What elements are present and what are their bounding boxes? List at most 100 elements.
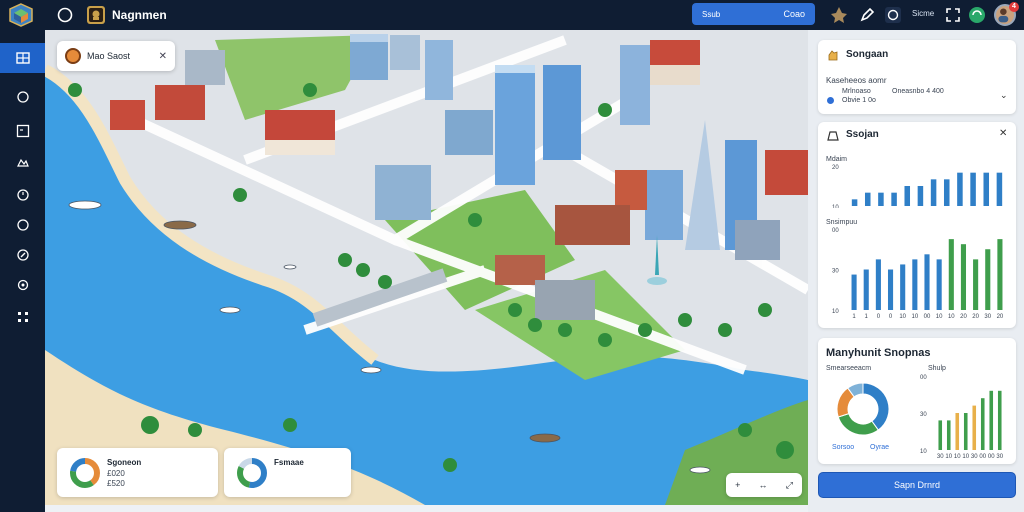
bar — [960, 244, 967, 310]
expand-icon[interactable] — [944, 6, 962, 24]
x-tick-label: 1 — [865, 314, 869, 320]
chevron-down-icon[interactable]: ⌄ — [1000, 90, 1008, 101]
map-search-chip[interactable]: Mao Saost ✕ — [57, 41, 175, 71]
mix-bar-chart: 00301030 10 10 10 30 00 00 30 — [920, 375, 1004, 460]
landmark-marker[interactable] — [645, 235, 669, 295]
fullscreen-button[interactable]: ⤢ — [786, 480, 793, 491]
x-tick-label: 20 — [960, 314, 967, 320]
bar — [963, 413, 968, 450]
x-tick-label: 10 — [912, 314, 919, 320]
shield-icon[interactable] — [56, 6, 74, 24]
y-tick-label: 00 — [832, 228, 839, 234]
pie-legend-1: Sorsoo — [832, 444, 855, 451]
x-tick-label: 10 — [948, 314, 955, 320]
bar — [936, 259, 942, 310]
bar — [917, 186, 924, 206]
brand-logo-icon[interactable] — [8, 3, 34, 27]
info-card[interactable]: Songaan Kaseheeos aomr Mrlnoaso Oneasnbo… — [818, 40, 1016, 114]
search-term: Coao — [783, 9, 805, 19]
stat-card-title: Sgoneon — [107, 458, 142, 467]
bar — [851, 199, 858, 206]
map-illustration — [45, 30, 808, 505]
bar — [955, 413, 960, 450]
x-tick-label: 30 — [996, 454, 1003, 460]
pan-button[interactable]: ↔ — [759, 480, 768, 490]
pen-icon[interactable] — [858, 6, 876, 24]
y-tick-label: 30 — [832, 269, 839, 275]
pie-chart — [836, 382, 890, 436]
x-tick-label: 30 — [971, 454, 978, 460]
primary-action-button[interactable]: Sapn Drnrd — [818, 472, 1016, 498]
y-tick-label: 30 — [920, 412, 927, 418]
layers-icon — [16, 158, 29, 167]
stat-card-title: Fsmaae — [274, 458, 304, 467]
clock-icon — [16, 219, 29, 231]
x-tick-label: 10 — [954, 454, 961, 460]
sidebar-item-layers[interactable] — [0, 148, 45, 178]
zoom-in-button[interactable]: + — [735, 480, 740, 490]
pie-slice — [837, 413, 879, 436]
bar — [970, 172, 976, 206]
hand-icon — [828, 50, 838, 61]
y-tick-label: 10 — [832, 205, 839, 208]
sidebar-item-network[interactable] — [0, 270, 45, 300]
bar — [996, 172, 1003, 206]
info-card-subtitle: Kaseheeos aomr — [826, 76, 887, 85]
bar-chart-card[interactable]: Ssojan ✕ Mdaim Snsimpuu 20 10 00 30 10 1 1 0 0 1… — [818, 122, 1016, 328]
sidebar-item-overview[interactable] — [0, 82, 45, 112]
emblem-icon[interactable] — [830, 6, 848, 24]
sidebar-item-dashboard[interactable] — [0, 43, 45, 73]
grid-icon — [15, 52, 30, 64]
bar — [878, 192, 884, 206]
bar — [924, 254, 930, 310]
sidebar-item-places[interactable] — [0, 180, 45, 210]
sidebar-item-panels[interactable] — [0, 116, 45, 146]
info-card-row-c: Obvie 1 0o — [842, 97, 876, 104]
city-map[interactable] — [45, 30, 808, 505]
close-icon[interactable]: ✕ — [999, 128, 1007, 139]
mix-chart-card[interactable]: Manyhunit Snopnas Smearseeacm Shulp Sors… — [818, 338, 1016, 464]
sidebar-item-hierarchy[interactable] — [0, 302, 45, 332]
status-text: Sicme — [912, 9, 935, 18]
sidebar-item-history[interactable] — [0, 210, 45, 240]
x-tick-label: 00 — [988, 454, 995, 460]
y-tick-label: 10 — [832, 309, 839, 315]
search-prefix: Ssub — [702, 9, 721, 19]
location-pin-icon — [65, 48, 81, 64]
stat-card-2[interactable]: Fsmaae — [224, 448, 351, 497]
sidebar-item-navigation[interactable] — [0, 240, 45, 270]
badge-logo-icon[interactable] — [86, 5, 106, 25]
x-tick-label: 0 — [877, 314, 881, 320]
network-icon — [17, 279, 28, 291]
stat-card-1[interactable]: Sgoneon £020 £520 — [57, 448, 218, 497]
bar-chart-b: 0030101 1 0 0 10 10 00 10 10 20 20 30 20 — [832, 228, 1004, 320]
y-tick-label: 00 — [920, 375, 927, 381]
x-tick-label: 30 — [937, 454, 944, 460]
bar — [972, 405, 977, 450]
shopping-bag-icon — [827, 131, 839, 141]
top-search-field[interactable]: Ssub Coao — [692, 3, 815, 25]
bar — [900, 264, 906, 310]
bar-chart-title: Ssojan — [846, 129, 879, 140]
info-card-title: Songaan — [846, 49, 889, 60]
sync-icon[interactable] — [968, 6, 986, 24]
bar — [985, 249, 991, 310]
circle-icon — [16, 91, 29, 103]
x-tick-label: 20 — [972, 314, 979, 320]
panel-icon — [16, 124, 29, 138]
x-tick-label: 1 — [852, 314, 856, 320]
pie-slice — [862, 382, 890, 431]
info-icon[interactable] — [884, 6, 902, 24]
bar — [904, 186, 911, 206]
x-tick-label: 0 — [889, 314, 893, 320]
bar — [863, 269, 869, 310]
bar — [938, 420, 943, 450]
mix-chart-title: Manyhunit Snopnas — [826, 347, 931, 359]
info-card-row-a: Mrlnoaso — [842, 88, 871, 95]
x-tick-label: 30 — [984, 314, 991, 320]
map-controls: + ↔ ⤢ — [726, 473, 802, 497]
close-icon[interactable]: ✕ — [159, 51, 167, 62]
bar — [997, 390, 1002, 450]
bar — [864, 192, 871, 206]
bar — [989, 390, 994, 450]
